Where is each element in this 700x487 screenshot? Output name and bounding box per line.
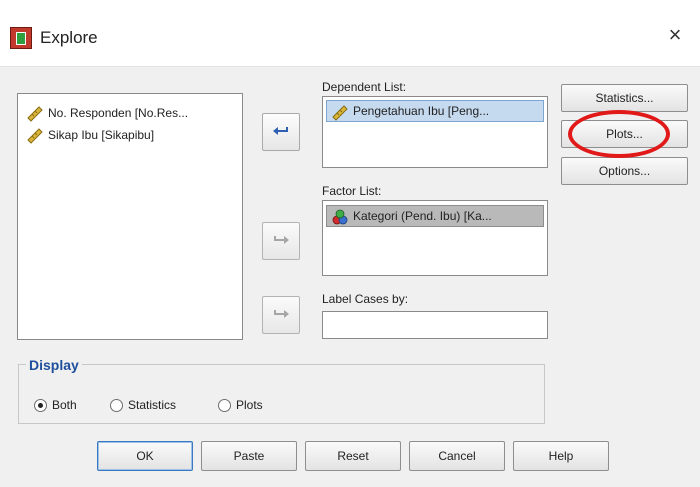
display-both-radio[interactable] <box>34 399 47 412</box>
display-group <box>18 364 545 424</box>
move-to-label-cases-button[interactable] <box>262 296 300 334</box>
reset-button[interactable]: Reset <box>305 441 401 471</box>
factor-list-label: Factor List: <box>322 184 382 198</box>
ruler-icon <box>27 106 43 122</box>
dependent-list[interactable]: Pengetahuan Ibu [Peng... <box>322 96 548 168</box>
list-item[interactable]: Kategori (Pend. Ibu) [Ka... <box>326 205 544 227</box>
ruler-icon <box>332 105 348 121</box>
source-variable-list[interactable]: No. Responden [No.Res... Sikap Ibu [Sika… <box>17 93 243 340</box>
label-cases-field[interactable] <box>322 311 548 339</box>
cancel-button[interactable]: Cancel <box>409 441 505 471</box>
label-cases-label: Label Cases by: <box>322 292 409 306</box>
factor-list[interactable]: Kategori (Pend. Ibu) [Ka... <box>322 200 548 276</box>
window-title: Explore <box>40 28 98 47</box>
spss-app-icon <box>10 27 32 49</box>
variable-label: No. Responden [No.Res... <box>48 106 189 120</box>
nominal-icon <box>332 209 348 225</box>
display-plots-radio[interactable] <box>218 399 231 412</box>
title-bar: Explore × <box>0 0 700 67</box>
display-statistics-label: Statistics <box>128 398 177 412</box>
dependent-list-label: Dependent List: <box>322 80 407 94</box>
paste-button[interactable]: Paste <box>201 441 297 471</box>
explore-dialog: Explore × No. Responden [No.Res... Sikap… <box>0 0 700 487</box>
display-plots-label: Plots <box>236 398 263 412</box>
right-arrow-icon <box>274 310 289 318</box>
highlight-circle <box>568 110 670 158</box>
ruler-icon <box>27 128 43 144</box>
close-icon[interactable]: × <box>664 24 686 46</box>
list-item[interactable]: Pengetahuan Ibu [Peng... <box>326 100 544 122</box>
variable-label: Sikap Ibu [Sikapibu] <box>48 128 155 142</box>
ok-button[interactable]: OK <box>97 441 193 471</box>
left-arrow-icon <box>273 127 288 135</box>
options-button[interactable]: Options... <box>561 157 688 185</box>
display-legend: Display <box>26 357 82 373</box>
display-both-label: Both <box>52 398 77 412</box>
variable-label: Pengetahuan Ibu [Peng... <box>353 104 490 118</box>
right-arrow-icon <box>274 236 289 244</box>
variable-label: Kategori (Pend. Ibu) [Ka... <box>353 209 492 223</box>
move-to-factor-button[interactable] <box>262 222 300 260</box>
move-to-dependent-button[interactable] <box>262 113 300 151</box>
help-button[interactable]: Help <box>513 441 609 471</box>
statistics-button[interactable]: Statistics... <box>561 84 688 112</box>
display-statistics-radio[interactable] <box>110 399 123 412</box>
